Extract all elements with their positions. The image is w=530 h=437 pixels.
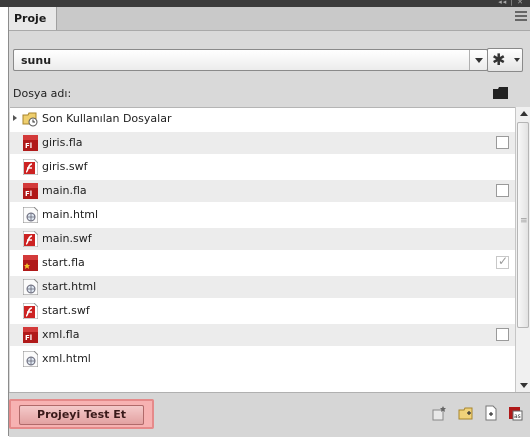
file-name: main.swf — [42, 232, 92, 245]
file-name: Son Kullanılan Dosyalar — [42, 112, 172, 125]
publish-checkbox-checked[interactable] — [496, 254, 509, 269]
svg-text:Fl: Fl — [25, 142, 32, 150]
bottom-toolbar: Projeyi Test Et as — [9, 392, 530, 437]
dropdown-arrow-icon — [514, 58, 520, 62]
file-name: start.html — [42, 280, 97, 293]
html-file-icon — [23, 351, 38, 367]
test-project-label: Projeyi Test Et — [37, 408, 126, 421]
svg-text:Fl: Fl — [25, 190, 32, 198]
html-file-icon — [23, 207, 38, 223]
column-header-filename: Dosya adı: — [13, 87, 72, 100]
make-default-document-icon[interactable] — [431, 405, 447, 421]
scroll-down-icon[interactable] — [516, 379, 530, 392]
fla-file-icon: Fl — [23, 327, 38, 343]
file-row[interactable]: main.swf — [10, 228, 515, 250]
fla-file-icon: Fl — [23, 135, 38, 151]
html-file-icon — [23, 279, 38, 295]
window-top-strip: ◂◂ | ✕ — [0, 0, 530, 7]
file-row[interactable]: main.html — [10, 204, 515, 226]
file-row[interactable]: giris.swf — [10, 156, 515, 178]
svg-text:Fl: Fl — [25, 334, 32, 342]
publish-checkbox[interactable] — [496, 184, 509, 197]
new-file-icon[interactable] — [483, 405, 499, 421]
file-list-header: Dosya adı: — [9, 86, 513, 102]
file-row[interactable]: start.html — [10, 276, 515, 298]
chevron-down-icon[interactable] — [469, 50, 487, 70]
file-row[interactable]: start.swf — [10, 300, 515, 322]
tab-proje[interactable]: Proje — [9, 7, 57, 30]
test-project-button-face[interactable]: Projeyi Test Et — [19, 405, 144, 425]
recent-folder-icon — [22, 111, 38, 127]
collapse-icon[interactable]: ◂◂ | ✕ — [498, 0, 524, 6]
project-settings-button[interactable]: ✱ — [487, 48, 523, 72]
scroll-up-icon[interactable] — [516, 107, 530, 120]
file-name: start.fla — [42, 256, 85, 269]
swf-file-icon — [23, 159, 38, 175]
fla-default-file-icon — [23, 255, 38, 271]
file-name: xml.fla — [42, 328, 80, 341]
panel-tab-bar: Proje — [9, 7, 530, 31]
panel-menu-icon[interactable] — [515, 11, 527, 21]
expand-arrow-icon[interactable] — [13, 115, 17, 121]
project-select-value: sunu — [21, 54, 52, 67]
file-name: giris.swf — [42, 160, 88, 173]
file-row[interactable]: Fl xml.fla — [10, 324, 515, 346]
swf-file-icon — [23, 303, 38, 319]
project-select[interactable]: sunu — [13, 49, 488, 71]
project-panel: Proje sunu ✱ Dosya adı: Son Kullanılan D… — [8, 7, 530, 437]
gear-icon: ✱ — [492, 50, 506, 69]
file-name: main.fla — [42, 184, 87, 197]
file-name: start.swf — [42, 304, 90, 317]
file-name: xml.html — [42, 352, 91, 365]
file-name: giris.fla — [42, 136, 83, 149]
scrollbar-thumb[interactable] — [517, 122, 529, 328]
test-project-button[interactable]: Projeyi Test Et — [9, 399, 154, 429]
new-folder-icon[interactable] — [458, 405, 474, 421]
vertical-scrollbar[interactable] — [515, 107, 530, 392]
recent-files-folder-row[interactable]: Son Kullanılan Dosyalar — [10, 108, 515, 130]
fla-file-icon: Fl — [23, 183, 38, 199]
publish-checkbox[interactable] — [496, 136, 509, 149]
file-name: main.html — [42, 208, 99, 221]
file-row[interactable]: Fl giris.fla — [10, 132, 515, 154]
folder-icon[interactable] — [493, 87, 508, 99]
file-row[interactable]: Fl main.fla — [10, 180, 515, 202]
edit-class-icon[interactable]: as — [507, 405, 523, 421]
file-list: Son Kullanılan Dosyalar Fl giris.fla giris.… — [10, 107, 515, 392]
tab-label: Proje — [14, 12, 47, 25]
swf-file-icon — [23, 231, 38, 247]
file-row[interactable]: start.fla — [10, 252, 515, 274]
svg-text:as: as — [514, 413, 521, 420]
file-row[interactable]: xml.html — [10, 348, 515, 370]
publish-checkbox[interactable] — [496, 328, 509, 341]
